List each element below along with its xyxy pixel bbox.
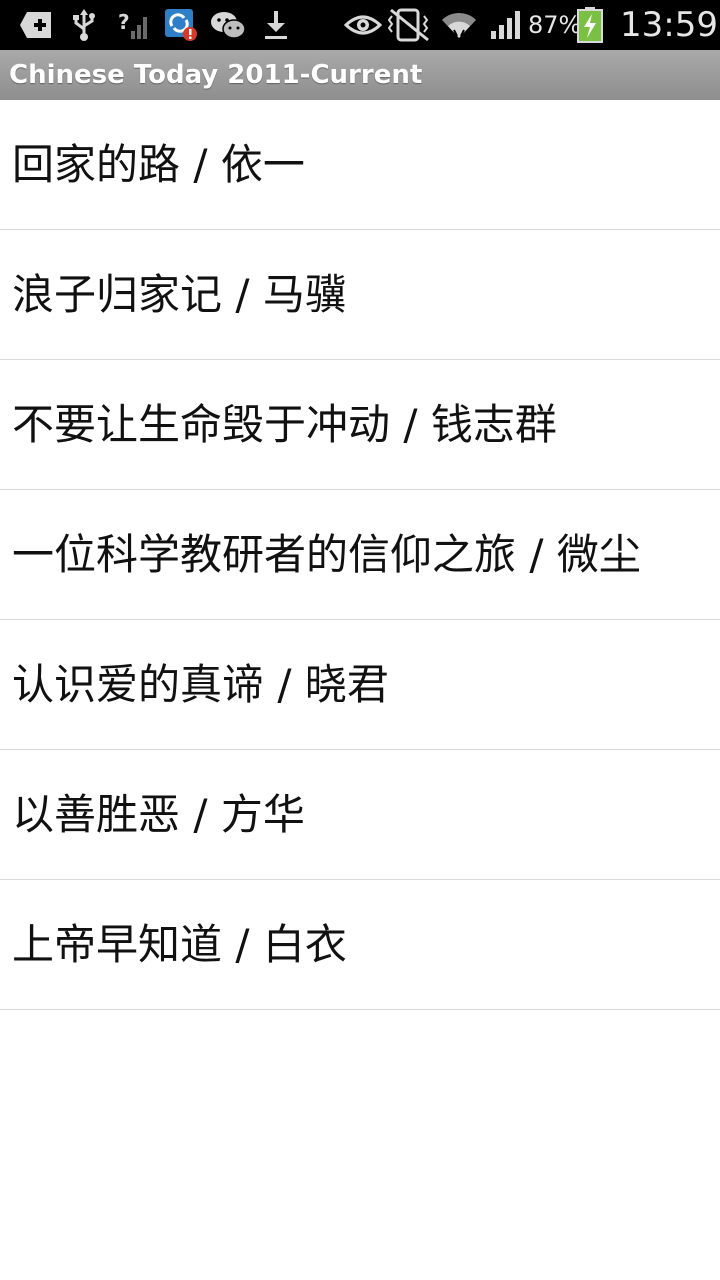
list-item[interactable]: 回家的路 / 依一 <box>0 100 720 230</box>
battery-percent: 87% <box>528 11 582 39</box>
sync-error-icon <box>164 8 198 42</box>
list-item-label: 以善胜恶 / 方华 <box>12 790 305 839</box>
status-bar: ? 87% 13:59 <box>0 0 720 50</box>
list-item[interactable]: 一位科学教研者的信仰之旅 / 微尘 <box>0 490 720 620</box>
app-title: Chinese Today 2011-Current <box>9 60 423 90</box>
list-item-label: 一位科学教研者的信仰之旅 / 微尘 <box>12 530 641 579</box>
download-icon <box>262 8 290 42</box>
list-item[interactable]: 上帝早知道 / 白衣 <box>0 880 720 1010</box>
no-sim-signal-icon: ? <box>116 8 150 42</box>
list-item-label: 回家的路 / 依一 <box>12 140 305 189</box>
smart-stay-eye-icon <box>344 8 382 42</box>
battery-charging-icon <box>576 7 604 43</box>
wifi-icon <box>440 8 478 42</box>
cell-signal-icon <box>490 8 524 42</box>
list-item-label: 不要让生命毁于冲动 / 钱志群 <box>12 400 557 449</box>
article-list: 回家的路 / 依一 浪子归家记 / 马骥 不要让生命毁于冲动 / 钱志群 一位科… <box>0 100 720 1010</box>
wechat-icon <box>210 8 246 42</box>
usb-icon <box>70 8 98 42</box>
svg-text:?: ? <box>118 10 130 34</box>
list-item[interactable]: 不要让生命毁于冲动 / 钱志群 <box>0 360 720 490</box>
list-item-label: 上帝早知道 / 白衣 <box>12 920 347 969</box>
list-item[interactable]: 以善胜恶 / 方华 <box>0 750 720 880</box>
list-item[interactable]: 认识爱的真谛 / 晓君 <box>0 620 720 750</box>
title-bar: Chinese Today 2011-Current <box>0 50 720 100</box>
list-item[interactable]: 浪子归家记 / 马骥 <box>0 230 720 360</box>
list-item-label: 浪子归家记 / 马骥 <box>12 270 347 319</box>
list-item-label: 认识爱的真谛 / 晓君 <box>12 660 389 709</box>
vibrate-mute-icon <box>388 8 434 42</box>
add-notification-icon <box>18 8 54 42</box>
clock: 13:59 <box>620 5 718 45</box>
